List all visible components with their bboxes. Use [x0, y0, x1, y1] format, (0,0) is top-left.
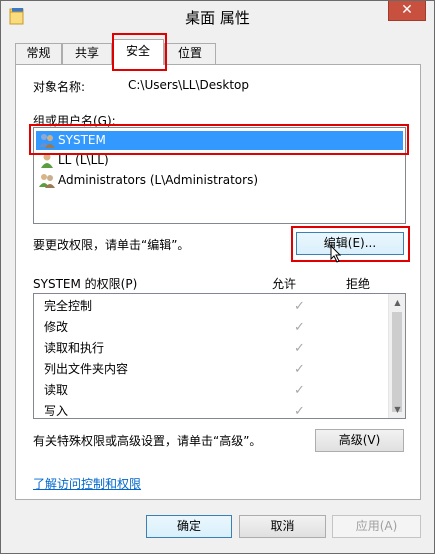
users-group-icon: [39, 174, 55, 188]
tab-sharing[interactable]: 共享: [62, 43, 112, 64]
permission-row: 读取和执行 ✓: [44, 338, 404, 359]
tab-general[interactable]: 常规: [15, 43, 62, 64]
tab-highlight-box: [112, 33, 167, 71]
learn-access-control-link[interactable]: 了解访问控制和权限: [33, 475, 141, 492]
apply-button[interactable]: 应用(A): [332, 515, 421, 538]
scroll-down-icon[interactable]: ▼: [389, 401, 406, 418]
allow-check-icon: ✓: [294, 341, 305, 356]
advanced-hint: 有关特殊权限或高级设置，请单击“高级”。: [33, 434, 262, 448]
permission-row: 列出文件夹内容 ✓: [44, 359, 404, 380]
permissions-scrollbar[interactable]: ▲ ▼: [388, 294, 405, 418]
close-button[interactable]: ✕: [388, 1, 426, 21]
scroll-up-icon[interactable]: ▲: [389, 294, 406, 311]
allow-check-icon: ✓: [294, 383, 305, 398]
cancel-button[interactable]: 取消: [239, 515, 326, 538]
permission-row: 修改 ✓: [44, 317, 404, 338]
user-highlight-box: [29, 124, 409, 155]
user-icon: [41, 153, 53, 168]
allow-check-icon: ✓: [294, 362, 305, 377]
permissions-header: SYSTEM 的权限(P): [33, 277, 138, 291]
window-title: 桌面 属性: [185, 9, 250, 27]
allow-header: 允许: [272, 277, 297, 291]
permission-row: 读取 ✓: [44, 380, 404, 401]
permissions-list: 完全控制 ✓ 修改 ✓ 读取和执行 ✓ 列出文件夹内容 ✓ 读取 ✓ 写入 ✓: [33, 293, 406, 419]
allow-check-icon: ✓: [294, 404, 305, 417]
object-name-label: 对象名称:: [33, 80, 86, 94]
permission-row: 写入 ✓: [44, 401, 404, 417]
ok-button[interactable]: 确定: [146, 515, 232, 538]
edit-highlight-box: [291, 226, 410, 262]
title-bar[interactable]: 桌面 属性 ✕: [1, 1, 434, 31]
allow-check-icon: ✓: [294, 299, 305, 314]
tab-location[interactable]: 位置: [164, 43, 216, 64]
advanced-button[interactable]: 高级(V): [315, 429, 404, 452]
permission-row: 完全控制 ✓: [44, 296, 404, 317]
object-name-value: C:\Users\LL\Desktop: [128, 78, 250, 92]
mouse-cursor-icon: [330, 245, 342, 263]
scroll-thumb[interactable]: [392, 312, 402, 412]
change-permission-hint: 要更改权限，请单击“编辑”。: [33, 238, 190, 252]
list-item-administrators[interactable]: Administrators (L\Administrators): [36, 171, 258, 190]
properties-window: 桌面 属性 ✕ 常规 共享 安全 位置 对象名称: C:\Users\LL\De…: [0, 0, 435, 554]
allow-check-icon: ✓: [294, 320, 305, 335]
dialog-footer: 确定 取消 应用(A): [1, 506, 434, 553]
deny-header: 拒绝: [346, 277, 371, 291]
